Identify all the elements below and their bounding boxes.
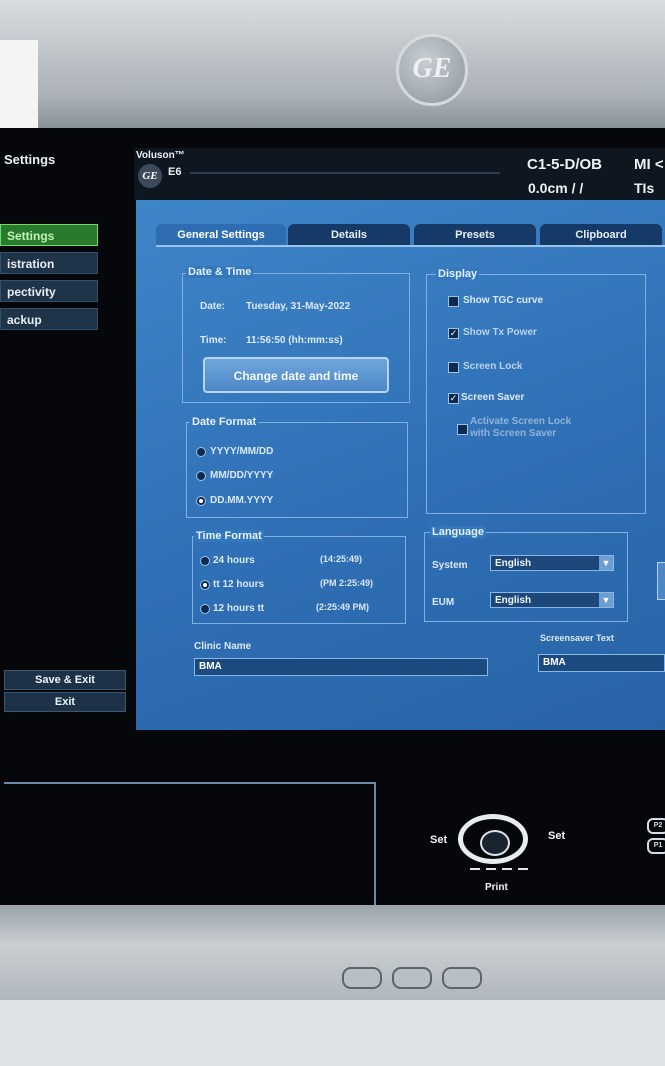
date-label: Date: [200, 301, 226, 312]
radio-mm-dd-yyyy[interactable] [196, 471, 206, 481]
display-option: Activate Screen Lock with Screen Saver [470, 416, 572, 439]
time-format-example: (2:25:49 PM) [316, 602, 370, 612]
header-divider [190, 172, 500, 174]
sidebar-item-settings[interactable]: Settings [0, 224, 98, 246]
tab-details[interactable]: Details [288, 224, 410, 246]
system-language-select[interactable]: English ▼ [490, 555, 614, 571]
date-value: Tuesday, 31-May-2022 [246, 301, 351, 312]
radio-12-hours-tt[interactable] [200, 604, 210, 614]
eum-language-value: English [495, 595, 532, 606]
time-label: Time: [200, 335, 227, 346]
chevron-down-icon: ▼ [599, 593, 613, 607]
clinic-name-label: Clinic Name [194, 641, 252, 652]
set-left-label: Set [430, 834, 448, 846]
date-format-option: YYYY/MM/DD [210, 446, 274, 457]
display-option: Show TGC curve [463, 295, 544, 306]
date-time-title: Date & Time [186, 266, 254, 278]
background-wall [0, 1000, 665, 1066]
checkbox-activate-screen-lock[interactable] [457, 424, 468, 435]
language-title: Language [430, 526, 486, 538]
ge-logo: GE [396, 34, 468, 106]
clinic-name-input[interactable]: BMA [194, 658, 488, 676]
tab-clipboard[interactable]: Clipboard [540, 224, 662, 246]
tab-underline [156, 245, 665, 247]
sidebar-item-connectivity[interactable]: pectivity [0, 280, 98, 302]
product-name: Voluson™ [136, 150, 185, 161]
screensaver-text-input[interactable]: BMA [538, 654, 665, 672]
side-scroll-button[interactable] [657, 562, 665, 600]
checkbox-show-tx-power[interactable]: ✓ [448, 328, 459, 339]
radio-dd-mm-yyyy[interactable] [196, 496, 206, 506]
time-format-option: 12 hours tt [213, 603, 265, 614]
ge-small-logo-icon: GE [138, 164, 162, 188]
time-value: 11:56:50 (hh:mm:ss) [246, 335, 343, 346]
date-format-title: Date Format [190, 416, 259, 428]
monitor-bezel-bottom [0, 905, 665, 1005]
checkbox-screen-lock[interactable] [448, 362, 459, 373]
save-exit-button[interactable]: Save & Exit [4, 670, 126, 690]
display-option: Show Tx Power [463, 327, 537, 338]
checkbox-screen-saver[interactable]: ✓ [448, 393, 459, 404]
print-label: Print [485, 882, 508, 893]
date-format-option: DD.MM.YYYY [210, 495, 274, 506]
system-language-value: English [495, 558, 532, 569]
time-format-example: (14:25:49) [320, 554, 363, 564]
time-format-option: 24 hours [213, 555, 255, 566]
radio-24-hours[interactable] [200, 556, 210, 566]
time-format-title: Time Format [194, 530, 264, 542]
set-right-label: Set [548, 830, 566, 842]
monitor-button-left[interactable] [342, 967, 382, 989]
print-dashes [470, 868, 530, 870]
tab-presets[interactable]: Presets [414, 224, 536, 246]
sticker [0, 40, 38, 140]
p2-button[interactable]: P2 [647, 818, 665, 834]
monitor-bezel-top [0, 0, 665, 140]
display-title: Display [436, 268, 480, 280]
monitor-button-right[interactable] [442, 967, 482, 989]
image-area-frame [4, 782, 376, 924]
trackball-cursor-icon [480, 830, 510, 856]
sidebar-title: Settings [4, 152, 56, 167]
radio-yyyy-mm-dd[interactable] [196, 447, 206, 457]
p1-button[interactable]: P1 [647, 838, 665, 854]
checkbox-show-tgc-curve[interactable] [448, 296, 459, 307]
sidebar-item-administration[interactable]: istration [0, 252, 98, 274]
display-option: Screen Lock [463, 361, 523, 372]
mi-readout: MI < [634, 156, 664, 173]
eum-language-label: EUM [432, 597, 455, 608]
system-language-label: System [432, 560, 468, 571]
display-group [426, 274, 646, 514]
model-name: E6 [168, 166, 182, 178]
monitor-button-middle[interactable] [392, 967, 432, 989]
eum-language-select[interactable]: English ▼ [490, 592, 614, 608]
screensaver-text-label: Screensaver Text [540, 633, 614, 643]
chevron-down-icon: ▼ [599, 556, 613, 570]
tab-general-settings[interactable]: General Settings [156, 224, 286, 246]
change-date-time-button[interactable]: Change date and time [203, 357, 389, 393]
display-option: Screen Saver [461, 392, 525, 403]
exit-button[interactable]: Exit [4, 692, 126, 712]
time-format-example: (PM 2:25:49) [320, 578, 374, 588]
sidebar-item-backup[interactable]: ackup [0, 308, 98, 330]
time-format-option: tt 12 hours [213, 579, 265, 590]
date-format-option: MM/DD/YYYY [210, 470, 274, 481]
depth-readout: 0.0cm / / [528, 180, 584, 196]
radio-tt-12-hours[interactable] [200, 580, 210, 590]
probe-label: C1-5-D/OB [527, 156, 603, 173]
